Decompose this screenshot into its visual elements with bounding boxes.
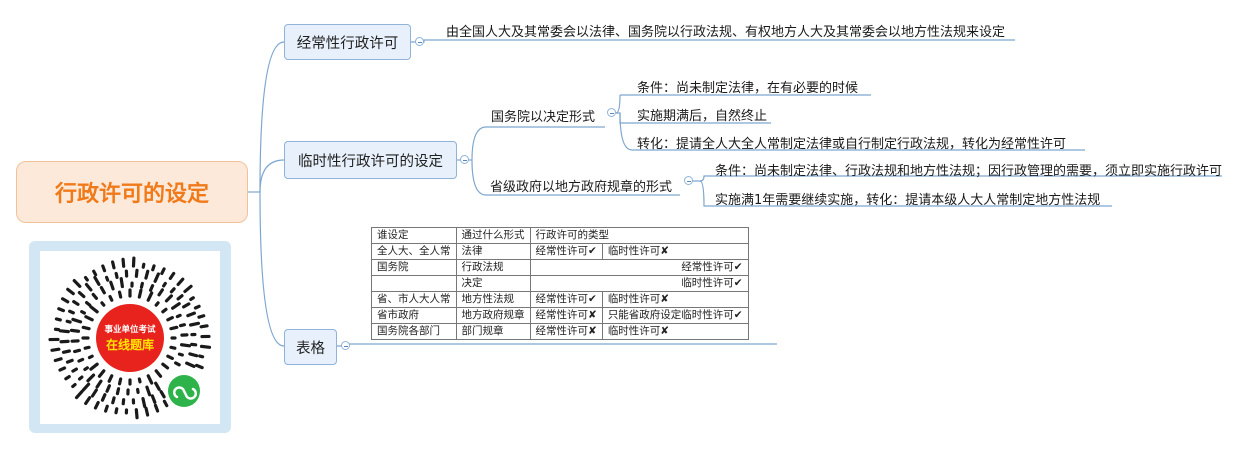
table-cell: 国务院各部门 <box>371 323 457 340</box>
permit-table: 谁设定 通过什么形式 行政许可的类型 全人大、全人常 法律 经常性许可✔ 临时性… <box>371 227 749 340</box>
table-cell: 部门规章 <box>455 323 531 340</box>
provincial-condition: 条件：尚未制定法律、行政法规和地方性法规；因行政管理的需要，须立即实施行政许可 <box>715 164 1223 179</box>
table-header-cell: 谁设定 <box>371 227 457 244</box>
table-cell: 临时性许可✔ <box>529 275 749 292</box>
state-council-condition: 条件：尚未制定法律，在有必要的时候 <box>637 81 859 96</box>
regular-permit-detail: 由全国人大及其常委会以法律、国务院以行政法规、有权地方人大及其常委会以地方性法规… <box>446 25 1006 40</box>
table-cell: 经常性许可✔ <box>529 243 603 260</box>
table-row: 国务院各部门 部门规章 经常性许可✘ 临时性许可✘ <box>371 323 749 340</box>
collapse-toggle-table-icon[interactable] <box>341 341 350 350</box>
topic-regular-permit-label: 经常性行政许可 <box>296 35 399 52</box>
table-row: 国务院 行政法规 经常性许可✔ <box>371 259 749 276</box>
table-cell: 经常性许可✔ <box>529 291 603 308</box>
table-cell: 临时性许可✘ <box>601 291 749 308</box>
table-cell: 经常性许可✔ <box>529 259 749 276</box>
collapse-toggle-regular-icon[interactable] <box>415 37 424 46</box>
qr-line1: 事业单位考试 <box>104 324 156 335</box>
collapse-toggle-state-council-icon[interactable] <box>607 108 616 117</box>
table-cell: 省、市人大人常 <box>371 291 457 308</box>
table-cell: 地方政府规章 <box>455 307 531 324</box>
topic-table-label: 表格 <box>296 340 325 357</box>
table-cell: 只能省政府设定临时性许可✔ <box>601 307 749 324</box>
table-header-cell: 通过什么形式 <box>455 227 531 244</box>
collapse-toggle-temporary-icon[interactable] <box>460 155 469 164</box>
table-cell: 省市政府 <box>371 307 457 324</box>
table-cell: 临时性许可✘ <box>601 243 749 260</box>
table-cell: 地方性法规 <box>455 291 531 308</box>
root-topic[interactable]: 行政许可的设定 <box>16 161 248 223</box>
table-cell: 法律 <box>455 243 531 260</box>
table-cell <box>371 275 457 292</box>
topic-temporary-permit[interactable]: 临时性行政许可的设定 <box>284 141 457 179</box>
subtopic-state-council[interactable]: 国务院以决定形式 <box>491 106 595 125</box>
table-cell: 国务院 <box>371 259 457 276</box>
subtopic-provincial-rules[interactable]: 省级政府以地方政府规章的形式 <box>490 176 672 195</box>
table-row: 省、市人大人常 地方性法规 经常性许可✔ 临时性许可✘ <box>371 291 749 308</box>
topic-regular-permit[interactable]: 经常性行政许可 <box>284 24 411 60</box>
qr-line2: 在线题库 <box>106 337 154 352</box>
topic-temporary-permit-label: 临时性行政许可的设定 <box>298 153 443 170</box>
qr-code-card[interactable]: 事业单位考试 在线题库 <box>40 251 220 424</box>
table-cell: 临时性许可✘ <box>601 323 749 340</box>
table-header-cell: 行政许可的类型 <box>529 227 749 244</box>
table-cell: 决定 <box>455 275 531 292</box>
state-council-expiry: 实施期满后，自然终止 <box>637 109 768 124</box>
table-row: 决定 临时性许可✔ <box>371 275 749 292</box>
table-cell: 经常性许可✘ <box>529 323 603 340</box>
table-header-row: 谁设定 通过什么形式 行政许可的类型 <box>371 227 749 244</box>
provincial-conversion: 实施满1年需要继续实施，转化：提请本级人大人常制定地方性法规 <box>715 193 1101 208</box>
table-row: 全人大、全人常 法律 经常性许可✔ 临时性许可✘ <box>371 243 749 260</box>
state-council-conversion: 转化：提请全人大全人常制定法律或自行制定行政法规，转化为经常性许可 <box>637 137 1067 152</box>
table-row: 省市政府 地方政府规章 经常性许可✘ 只能省政府设定临时性许可✔ <box>371 307 749 324</box>
mini-program-code-icon: 事业单位考试 在线题库 <box>48 256 212 420</box>
topic-table[interactable]: 表格 <box>284 329 337 365</box>
table-cell: 行政法规 <box>455 259 531 276</box>
table-cell: 经常性许可✘ <box>529 307 603 324</box>
collapse-toggle-provincial-icon[interactable] <box>684 176 693 185</box>
table-cell: 全人大、全人常 <box>371 243 457 260</box>
root-title: 行政许可的设定 <box>54 182 209 207</box>
